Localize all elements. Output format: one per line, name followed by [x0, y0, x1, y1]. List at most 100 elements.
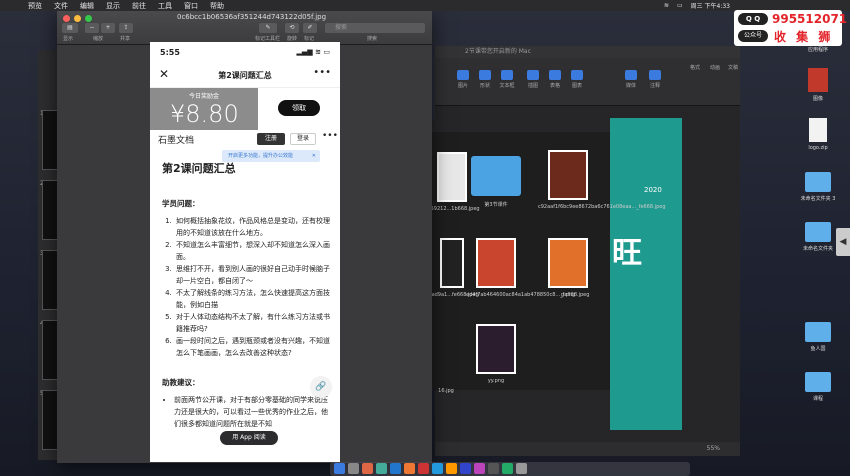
slide-thumb[interactable] [42, 250, 58, 310]
file-item[interactable]: yy.png [466, 324, 526, 384]
image-file-icon [808, 68, 828, 92]
list-item: 对于人体动态结构不太了解，有什么练习方法或书籍推荐吗? [174, 311, 332, 335]
zoom-out-icon[interactable]: − [85, 23, 99, 33]
tool-textbox[interactable]: 文本框 [497, 70, 517, 89]
dock-app-icon[interactable] [446, 463, 457, 474]
more-icon[interactable]: ••• [313, 67, 331, 78]
rotate-icon[interactable]: ⟲ [285, 23, 299, 33]
keynote-title: 2节课带您开启新的 Mac [435, 46, 740, 58]
format-button[interactable]: 格式 [685, 64, 705, 71]
dock-app-icon[interactable] [488, 463, 499, 474]
reward-amount: ¥8.80 [170, 100, 239, 128]
folder-item[interactable]: 第3节课件 [466, 152, 526, 208]
dock-app-icon[interactable] [390, 463, 401, 474]
open-app-button[interactable]: 用 App 阅读 [220, 431, 278, 445]
menu-go[interactable]: 前往 [126, 1, 152, 11]
register-button[interactable]: 注册 [257, 133, 285, 145]
pen-icon[interactable]: ✐ [303, 23, 317, 33]
sidebar-toggle-icon[interactable]: ▤ [62, 23, 78, 33]
suggestion-list: 前面两节公开课，对于有部分零基础的同学来说压力还是很大的，可以看过一些优秀的作业… [162, 394, 332, 430]
menu-tools[interactable]: 工具 [152, 1, 178, 11]
slide-thumb[interactable] [42, 110, 58, 170]
close-window-button[interactable] [63, 15, 70, 22]
share-icon[interactable]: ⇪ [119, 23, 133, 33]
login-button[interactable]: 登录 [290, 133, 316, 145]
desktop-icon-course[interactable]: 课程 [798, 372, 838, 402]
section-assistant: 助教建议： [162, 378, 200, 387]
tip-text: 开启更多功能，提升办公效能 [228, 153, 294, 159]
finder-window: ad59212...1b668.jpeg 第3节课件 c92aaf1f6bc9e… [424, 120, 666, 394]
share-label: 共享 [120, 36, 131, 42]
more-options-icon[interactable]: ••• [322, 131, 338, 141]
file-item[interactable]: g.png [538, 238, 598, 298]
dock-app-icon[interactable] [376, 463, 387, 474]
claim-button[interactable]: 领取 [278, 100, 320, 116]
slide-thumb[interactable] [42, 390, 58, 450]
menu-view[interactable]: 显示 [100, 1, 126, 11]
dock-app-icon[interactable] [418, 463, 429, 474]
menu-edit[interactable]: 编辑 [74, 1, 100, 11]
desktop-icon-folder-3[interactable]: 未命名文件夹 3 [798, 172, 838, 202]
tool-image[interactable]: 图片 [453, 70, 473, 89]
file-thumbnail [548, 150, 588, 200]
menu-file[interactable]: 文件 [48, 1, 74, 11]
preview-filename: 0c6bcc1b06536af351244d743122d05f.jpg [177, 13, 327, 21]
zoom-in-icon[interactable]: + [101, 23, 115, 33]
tool-shape[interactable]: 形状 [475, 70, 495, 89]
dock-app-icon[interactable] [362, 463, 373, 474]
tool-table[interactable]: 表格 [545, 70, 565, 89]
display-label: 显示 [63, 36, 74, 42]
battery-icon[interactable]: ▭ [677, 2, 683, 9]
dock-app-icon[interactable] [348, 463, 359, 474]
dock-trash-icon[interactable] [516, 463, 527, 474]
dock-app-icon[interactable] [474, 463, 485, 474]
menu-help[interactable]: 帮助 [204, 1, 230, 11]
file-item[interactable]: ed4f7ab464600ac84a1ab478850c8..._fe668.j… [466, 238, 589, 298]
slide-thumb[interactable] [42, 320, 58, 380]
link-icon[interactable]: 🔗 [310, 376, 332, 398]
dock-app-icon[interactable] [432, 463, 443, 474]
file-thumbnail [476, 238, 516, 288]
file-item[interactable]: c92aaf1f6bc9ee8672ba6c761e08eaa..._fe668… [538, 150, 666, 210]
slide-thumb[interactable] [42, 180, 58, 240]
dock-finder-icon[interactable] [334, 463, 345, 474]
desktop-icon-folder[interactable]: 未命名文件夹 [798, 222, 838, 252]
doc-title: 第2课问题汇总 [162, 162, 236, 175]
tool-comment[interactable]: 注释 [645, 70, 665, 89]
preview-toolbar: 0c6bcc1b06536af351244d743122d05f.jpg ▤ 显… [57, 11, 432, 45]
markup-icon[interactable]: ✎ [259, 23, 277, 33]
slide-canvas[interactable]: 2020 旺 [610, 118, 682, 430]
clock[interactable]: 周三 下午4:33 [691, 1, 730, 10]
menubar: 预览 文件 编辑 显示 前往 工具 窗口 帮助 ≋ ▭ 周三 下午4:33 [0, 0, 850, 11]
tool-chart[interactable]: 插图 [523, 70, 543, 89]
wifi-icon[interactable]: ≋ [664, 2, 669, 9]
side-arrow-icon[interactable]: ◀ [836, 228, 850, 256]
menu-preview[interactable]: 预览 [22, 1, 48, 11]
rotate-label: 旋转 [287, 36, 298, 42]
zoom-level[interactable]: 55% [707, 445, 720, 452]
watermark-logo: Q Q 公众号 995512071 收 集 狮 [734, 10, 847, 46]
keynote-toolbar: 图片 形状 文本框 插图 表格 图表 媒体 注释 格式 动画 文稿 [435, 58, 740, 106]
tool-media[interactable]: 媒体 [621, 70, 641, 89]
minimize-window-button[interactable] [74, 15, 81, 22]
desktop-icon-image[interactable]: 图像 [798, 68, 838, 102]
list-item: 前面两节公开课，对于有部分零基础的同学来说压力还是很大的，可以看过一些优秀的作业… [174, 394, 332, 430]
zoom-window-button[interactable] [85, 15, 92, 22]
desktop-icon-yurenguo[interactable]: 鱼人国 [798, 322, 838, 352]
desktop-icon-apps[interactable]: 应用程序 [798, 46, 838, 53]
markup-label: 标记工具栏 [255, 36, 281, 42]
menu-window[interactable]: 窗口 [178, 1, 204, 11]
dock-app-icon[interactable] [502, 463, 513, 474]
nav-bar: ✕ 第2课问题汇总 ••• [150, 62, 340, 88]
document-button[interactable]: 文稿 [723, 64, 743, 71]
dock-app-icon[interactable] [460, 463, 471, 474]
desktop-icon-logo-zip[interactable]: logo.zip [798, 118, 838, 151]
animate-button[interactable]: 动画 [705, 64, 725, 71]
brand-logo: 石墨文档 [158, 136, 195, 146]
dock-app-icon[interactable] [404, 463, 415, 474]
search-label: 搜索 [367, 36, 378, 42]
search-input[interactable]: 搜索 [325, 23, 425, 33]
status-bar: 5:55 ▂▄▆ ≋ ▭ [150, 42, 340, 62]
tool-graph[interactable]: 图表 [567, 70, 587, 89]
folder-icon [805, 172, 831, 192]
